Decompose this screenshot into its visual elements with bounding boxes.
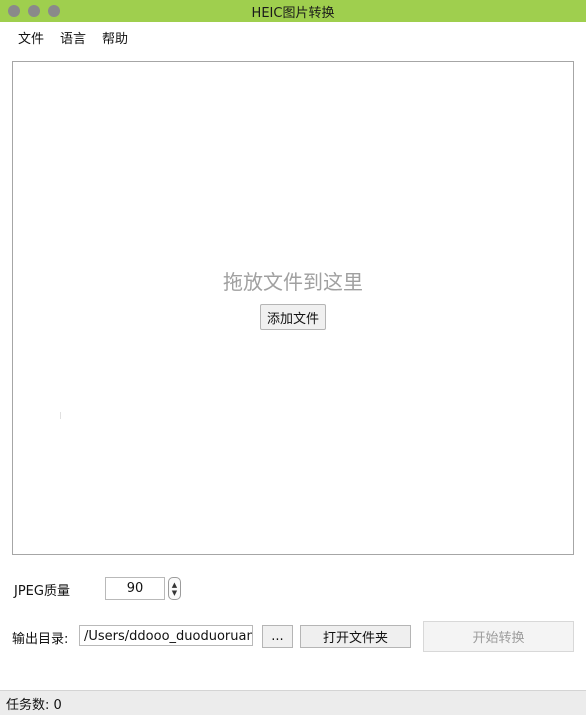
- quality-stepper[interactable]: ▲ ▼: [168, 577, 181, 600]
- window-close-icon[interactable]: [8, 5, 20, 17]
- chevron-down-icon[interactable]: ▼: [172, 589, 177, 597]
- window-title: HEIC图片转换: [251, 5, 335, 21]
- traffic-lights: [8, 5, 60, 17]
- status-bar: 任务数: 0: [0, 690, 586, 715]
- start-convert-button[interactable]: 开始转换: [423, 621, 574, 652]
- menu-help[interactable]: 帮助: [102, 28, 128, 47]
- browse-button[interactable]: ...: [262, 625, 293, 648]
- menu-bar: 文件 语言 帮助: [0, 22, 586, 52]
- drop-hint: 拖放文件到这里: [223, 270, 363, 294]
- window-minimize-icon[interactable]: [28, 5, 40, 17]
- add-files-button[interactable]: 添加文件: [260, 304, 326, 330]
- drop-zone[interactable]: 拖放文件到这里 添加文件: [12, 61, 574, 555]
- menu-file[interactable]: 文件: [18, 28, 44, 47]
- open-folder-button[interactable]: 打开文件夹: [300, 625, 411, 648]
- chevron-up-icon[interactable]: ▲: [172, 581, 177, 589]
- menu-language[interactable]: 语言: [60, 28, 86, 47]
- app-window: HEIC图片转换 文件 语言 帮助 拖放文件到这里 添加文件 JPEG质量 90…: [0, 0, 586, 715]
- output-dir-input[interactable]: /Users/ddooo_duoduoruanjia: [79, 625, 253, 646]
- task-count: 任务数: 0: [6, 697, 62, 713]
- drop-zone-artifact: [60, 412, 61, 419]
- window-zoom-icon[interactable]: [48, 5, 60, 17]
- output-dir-label: 输出目录:: [12, 632, 69, 647]
- title-bar[interactable]: HEIC图片转换: [0, 0, 586, 22]
- jpeg-quality-input[interactable]: 90: [105, 577, 165, 600]
- jpeg-quality-label: JPEG质量: [14, 584, 70, 599]
